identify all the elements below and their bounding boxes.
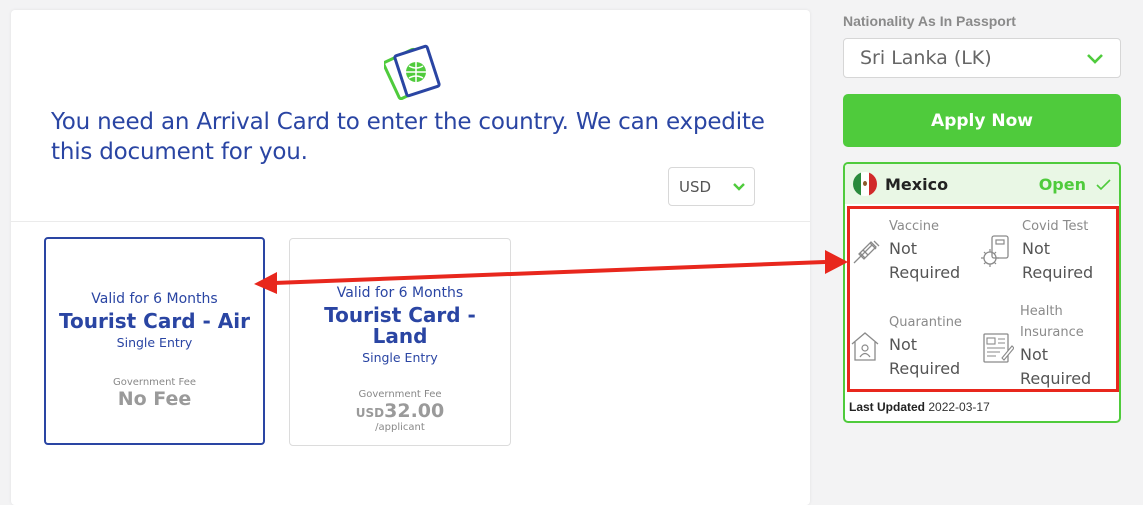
card-title: Tourist Card - Land [324, 303, 476, 348]
country-header: Mexico Open [845, 164, 1119, 204]
covid-test-requirement: Covid Test Not Required [1022, 216, 1097, 285]
status-badge: Open [1039, 175, 1111, 194]
last-updated: Last Updated 2022-03-17 [849, 400, 990, 414]
requirement-label: Quarantine [889, 315, 962, 330]
requirement-value: Not Required [889, 335, 961, 378]
page: You need an Arrival Card to enter the co… [0, 0, 1143, 505]
divider [11, 221, 810, 222]
syringe-icon [853, 240, 880, 264]
quarantine-house-icon [851, 332, 879, 361]
currency-select[interactable]: USD [668, 167, 755, 206]
currency-value: USD [679, 177, 712, 196]
insurance-document-icon [983, 333, 1014, 363]
nationality-label: Nationality As In Passport [843, 13, 1016, 29]
card-validity: Valid for 6 Months [91, 291, 218, 307]
chevron-down-icon [733, 183, 745, 191]
nationality-select[interactable]: Sri Lanka (LK) [843, 38, 1121, 78]
card-entry: Single Entry [116, 335, 193, 350]
tourist-card-air-option[interactable]: Valid for 6 Months Tourist Card - Air Si… [44, 237, 265, 445]
card-fee-label: Government Fee [112, 377, 197, 388]
card-fee-per: /applicant [375, 422, 425, 433]
arrival-card-headline: You need an Arrival Card to enter the co… [51, 109, 765, 165]
requirement-label: Vaccine [889, 219, 939, 234]
card-title: Tourist Card - Air [59, 309, 250, 333]
last-updated-label: Last Updated [849, 400, 926, 414]
tourist-card-land-option[interactable]: Valid for 6 Months Tourist Card - Land S… [289, 238, 511, 446]
requirement-label: Health Insurance [1020, 304, 1084, 340]
fee-currency: USD [355, 406, 385, 420]
health-insurance-requirement: Health Insurance Not Required [1020, 301, 1100, 391]
status-text: Open [1038, 175, 1086, 194]
requirement-value: Not Required [889, 239, 961, 282]
requirement-label: Covid Test [1022, 219, 1089, 234]
card-entry: Single Entry [362, 350, 438, 365]
requirement-value: Not Required [1022, 239, 1094, 282]
covid-test-icon [981, 235, 1009, 267]
card-fee: No Fee [117, 388, 192, 410]
chevron-down-icon [1087, 54, 1103, 64]
apply-now-button[interactable]: Apply Now [843, 94, 1121, 147]
nationality-value: Sri Lanka (LK) [860, 47, 992, 69]
vaccine-requirement: Vaccine Not Required [889, 216, 969, 285]
fee-amount: 32.00 [384, 400, 445, 422]
quarantine-requirement: Quarantine Not Required [889, 312, 969, 381]
mexico-flag-icon [853, 172, 877, 196]
card-validity: Valid for 6 Months [336, 285, 464, 301]
last-updated-value: 2022-03-17 [928, 400, 990, 414]
requirement-value: Not Required [1020, 345, 1092, 388]
card-fee: USD32.00 [290, 400, 510, 422]
country-name: Mexico [885, 174, 949, 194]
check-icon [1096, 178, 1111, 190]
card-fee-label: Government Fee [358, 389, 442, 400]
passport-icon [384, 44, 441, 100]
